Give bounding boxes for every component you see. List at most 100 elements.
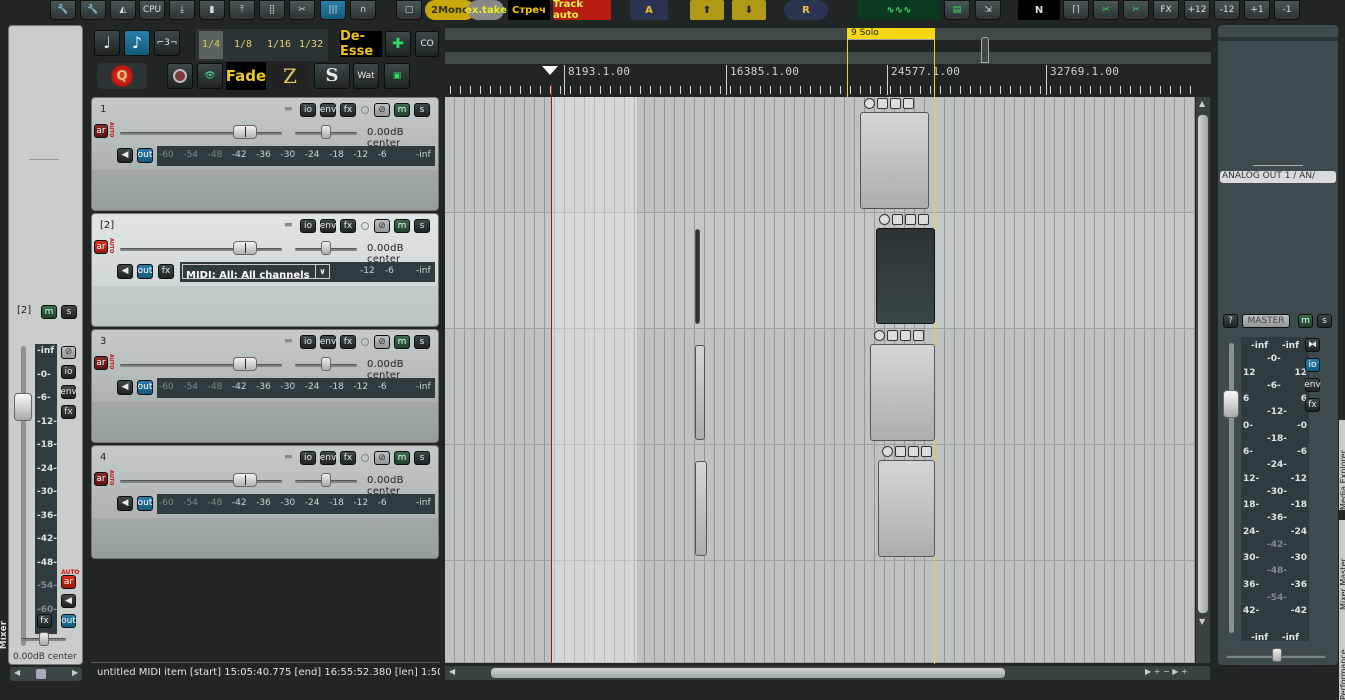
clock-icon[interactable] <box>879 214 890 225</box>
track-panel-4[interactable]: 4 ▬ io env fx ⊘ m s ar AUTO 0.00dB center ◀ out -60 -5… <box>91 445 439 559</box>
track-panel-2[interactable]: [2] ▬ io env fx ⊘ m s ar AUTO 0.00dB center ◀ out MID… <box>91 213 439 327</box>
folder-icon[interactable]: ▬ <box>284 104 293 114</box>
automation-button[interactable]: ar <box>94 356 108 370</box>
quarter-note-icon[interactable]: ♩ <box>94 30 120 56</box>
env-button[interactable]: env <box>320 103 336 117</box>
midi-icon[interactable] <box>900 330 911 341</box>
mixer-scrollbar[interactable]: ◀ ▶ <box>10 667 82 681</box>
plus1-button[interactable]: +1 <box>1244 0 1270 20</box>
upload-icon[interactable]: ⤒ <box>229 0 255 20</box>
fx-button[interactable]: FX <box>1153 0 1179 20</box>
grid-fraction-1-32[interactable]: 1/32 <box>296 31 326 59</box>
record-arm-icon[interactable] <box>361 106 369 114</box>
mixer-fader-knob[interactable] <box>14 393 32 421</box>
a-button[interactable]: A <box>630 0 668 20</box>
grid-icon[interactable]: ⣿ <box>259 0 285 20</box>
master-help-button[interactable]: ? <box>1223 314 1238 328</box>
volume-slider[interactable] <box>120 132 282 135</box>
chevron-down-icon[interactable]: ∨ <box>315 265 329 278</box>
volume-knob[interactable] <box>233 241 257 255</box>
item-pool-icon[interactable] <box>892 214 903 225</box>
r-button[interactable]: R <box>784 0 828 20</box>
metronome-icon[interactable]: ◭ <box>110 0 136 20</box>
fade-button[interactable]: Fade <box>226 62 266 90</box>
folder-icon[interactable]: ▬ <box>284 452 293 462</box>
mixer-phase-icon[interactable]: ⊘ <box>61 346 76 359</box>
fx-button[interactable]: fx <box>340 219 356 233</box>
up-arrow-button[interactable]: ⬆ <box>690 0 724 20</box>
fx-button[interactable]: fx <box>340 335 356 349</box>
track-panel-1[interactable]: 1 ▬ io env fx ⊘ m s ar AUTO 0.00dB center ◀ out -60 -5… <box>91 97 439 211</box>
solo-button[interactable]: s <box>414 219 430 233</box>
folder-icon[interactable]: ▬ <box>284 220 293 230</box>
volume-slider[interactable] <box>120 248 282 251</box>
midi-item-track3[interactable] <box>695 345 705 440</box>
midi-input-select[interactable]: MIDI: All: All channels ∨ <box>182 264 330 281</box>
docker-tab[interactable]: Mixer Master <box>1339 520 1345 610</box>
env-button[interactable]: env <box>320 451 336 465</box>
docker-tab[interactable]: Media Explorer <box>1339 420 1345 510</box>
mixer-fader-track[interactable] <box>21 346 26 646</box>
io-button[interactable]: io <box>300 219 316 233</box>
io-button[interactable]: io <box>300 103 316 117</box>
split-icon[interactable]: ✂ <box>289 0 315 20</box>
mixer-out-button[interactable]: out <box>61 614 76 628</box>
clock-icon[interactable] <box>864 98 875 109</box>
vertical-scrollbar[interactable]: ▲ ▼ <box>1196 97 1210 663</box>
route-icon[interactable]: ⇲ <box>975 0 1001 20</box>
take-icon[interactable] <box>918 214 929 225</box>
pan-knob[interactable] <box>321 125 331 139</box>
record-arm-icon[interactable] <box>361 222 369 230</box>
take-icon[interactable] <box>913 330 924 341</box>
clock-icon[interactable] <box>874 330 885 341</box>
mixer-speaker-icon[interactable]: ◀ <box>61 594 76 608</box>
track-auto-button[interactable]: Track auto <box>553 0 611 21</box>
waveform-button[interactable]: ∿∿∿ <box>858 0 940 20</box>
quantize-button[interactable]: Q <box>97 63 147 89</box>
master-mono-icon[interactable]: ⧓ <box>1305 338 1320 352</box>
fx-button[interactable]: fx <box>340 103 356 117</box>
item-pool-icon[interactable] <box>877 98 888 109</box>
master-env-button[interactable]: env <box>1304 378 1321 392</box>
phase-icon[interactable]: ⊘ <box>374 103 390 117</box>
extake-button[interactable]: ex.take <box>465 0 507 20</box>
pan-knob[interactable] <box>321 241 331 255</box>
io-button[interactable]: io <box>300 451 316 465</box>
fx-button[interactable]: fx <box>340 451 356 465</box>
out-button[interactable]: out <box>137 380 153 395</box>
deesse-button[interactable]: De-Esse <box>340 29 382 59</box>
track-panel-3[interactable]: 3 ▬ io env fx ⊘ m s ar AUTO 0.00dB center ◀ out -60 -5… <box>91 329 439 443</box>
down-arrow-button[interactable]: ⬇ <box>732 0 766 20</box>
master-fx-button[interactable]: fx <box>1305 398 1320 412</box>
master-fader-knob[interactable] <box>1223 390 1239 418</box>
cpu-button[interactable]: CPU <box>139 0 165 20</box>
screen-icon[interactable]: ▢ <box>396 0 422 20</box>
wrench-icon[interactable]: 🔧 <box>50 0 76 20</box>
mixer-fx-button[interactable]: fx <box>61 405 76 419</box>
cut2-icon[interactable]: ✂ <box>1123 0 1149 20</box>
automation-button[interactable]: ar <box>94 124 108 138</box>
master-output-button[interactable]: ANALOG OUT 1 / AN/ <box>1220 171 1336 183</box>
speaker-icon[interactable]: ◀ <box>117 380 133 395</box>
env-button[interactable]: env <box>320 335 336 349</box>
pan-knob[interactable] <box>321 357 331 371</box>
volume-knob[interactable] <box>233 125 257 139</box>
volume-slider[interactable] <box>120 480 282 483</box>
env-button[interactable]: env <box>320 219 336 233</box>
volume-knob[interactable] <box>233 473 257 487</box>
master-solo-button[interactable]: s <box>1317 314 1332 328</box>
mixer-io-button[interactable]: io <box>61 365 76 379</box>
mixer-solo-button[interactable]: s <box>61 305 77 319</box>
volume-knob[interactable] <box>233 357 257 371</box>
mixer-tab[interactable]: Mixer <box>0 621 9 649</box>
record-icon[interactable] <box>167 63 193 89</box>
wat-button[interactable]: Wat <box>353 63 379 89</box>
phase-icon[interactable]: ⊘ <box>374 219 390 233</box>
bracket-icon[interactable]: ⌈⌉ <box>1063 0 1089 20</box>
record-arm-icon[interactable] <box>361 338 369 346</box>
speaker-icon[interactable]: ◀ <box>117 148 133 163</box>
media-item-track4[interactable] <box>878 460 935 557</box>
solo-button[interactable]: s <box>414 335 430 349</box>
mixer-mute-button[interactable]: m <box>41 305 57 319</box>
phase-icon[interactable]: ⊘ <box>374 335 390 349</box>
